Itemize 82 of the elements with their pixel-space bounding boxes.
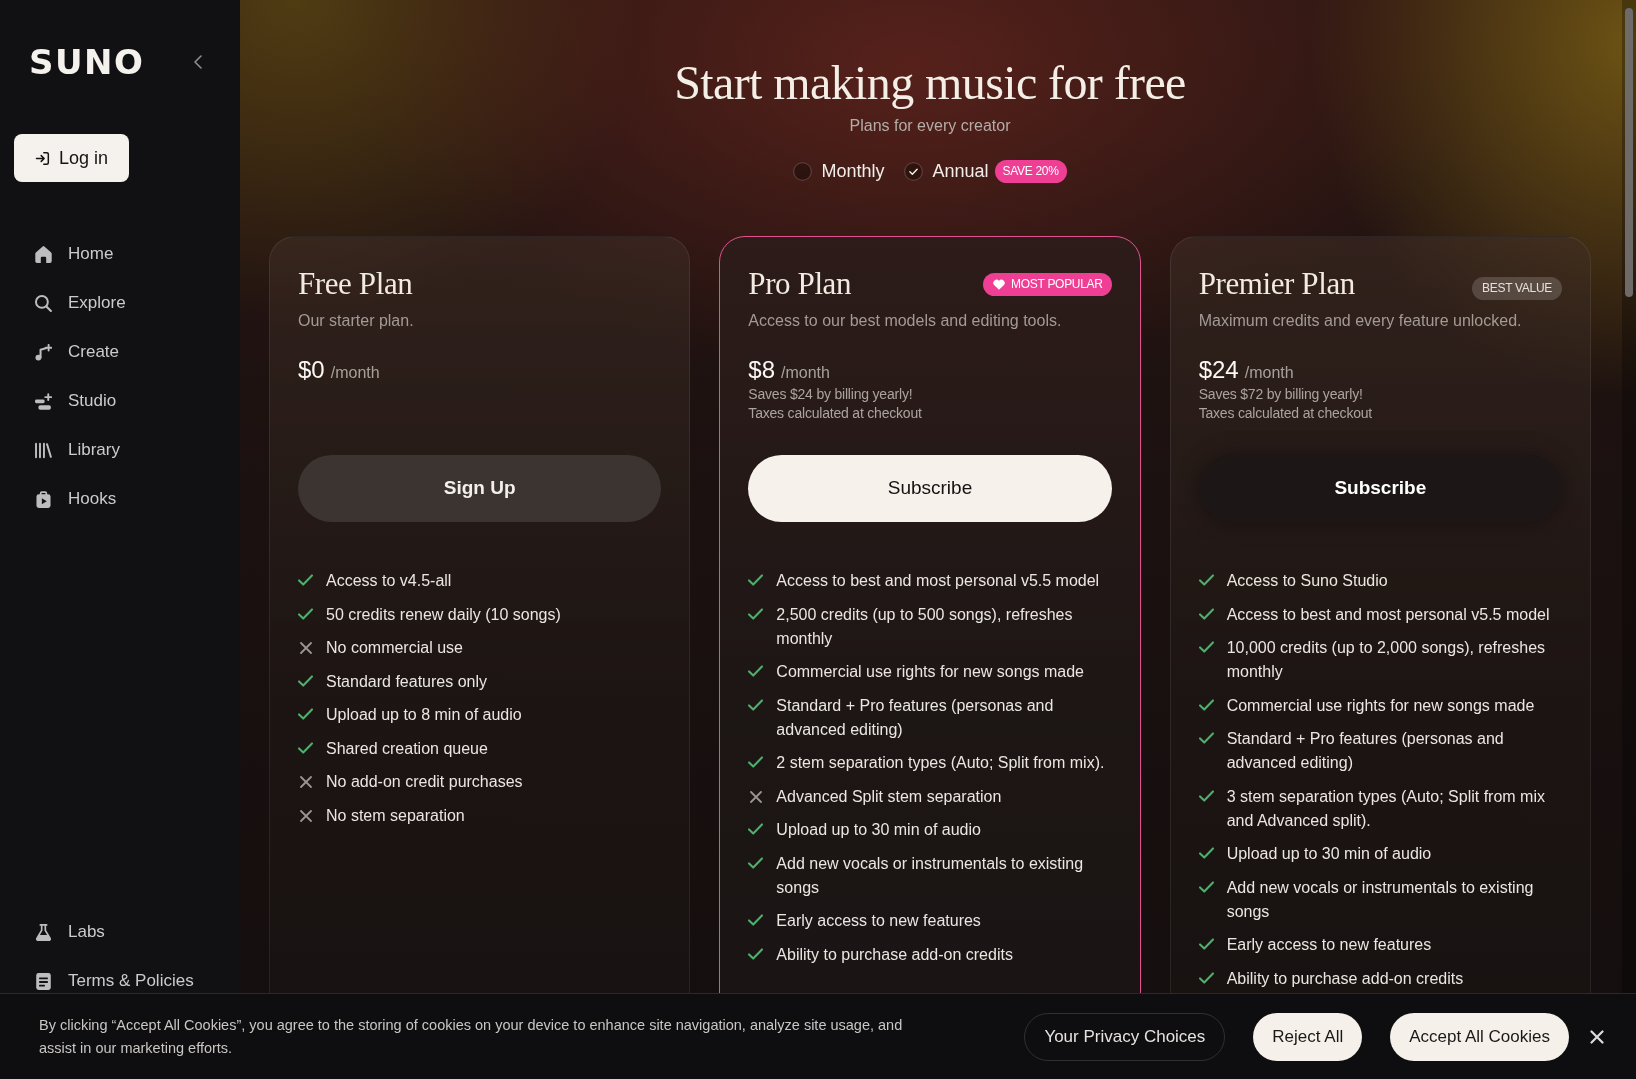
- sidebar-item[interactable]: Create: [35, 340, 120, 364]
- feature-text: Standard + Pro features (personas and advanced editing): [776, 695, 1055, 740]
- play-box-icon[interactable]: [35, 490, 52, 508]
- feature-text: Upload up to 30 min of audio: [776, 820, 981, 840]
- heart-icon: [993, 278, 1006, 290]
- sidebar-item[interactable]: Studio: [35, 389, 117, 413]
- feature-text: Ability to purchase add-on credits: [1226, 968, 1464, 989]
- plan-button[interactable]: Sign Up: [298, 455, 662, 522]
- feature-text: Commercial use rights for new songs made: [1226, 695, 1535, 716]
- music-note-icon[interactable]: [35, 343, 52, 361]
- sidebar-item[interactable]: Explore: [35, 291, 126, 315]
- feature-text: Standard features only: [326, 671, 487, 692]
- feature-text: Advanced Split stem separation: [776, 786, 1002, 807]
- billing-note: Taxes calculated at checkout: [748, 404, 923, 423]
- price-period: /month: [330, 363, 380, 383]
- document-icon[interactable]: [35, 972, 52, 990]
- sidebar-item[interactable]: Terms & Policies: [35, 969, 194, 993]
- billing-note: Taxes calculated at checkout: [1198, 404, 1374, 423]
- plan-title: Pro Plan: [748, 265, 852, 303]
- chevron-left-icon[interactable]: [194, 55, 202, 69]
- flask-icon[interactable]: [35, 923, 52, 941]
- feature-text: Upload up to 30 min of audio: [1226, 844, 1432, 864]
- save-badge: SAVE 20%: [994, 159, 1067, 183]
- home-icon[interactable]: [35, 245, 52, 263]
- scrollbar-thumb[interactable]: [1625, 8, 1633, 297]
- badge-text: MOST POPULAR: [1011, 275, 1103, 293]
- feature-text: 10,000 credits (up to 2,000 songs), refreshes monthly: [1226, 638, 1547, 682]
- price-amount: $24: [1198, 355, 1239, 385]
- feature-text: Access to best and most personal v5.5 model: [1226, 604, 1550, 625]
- price-period: /month: [1244, 363, 1294, 383]
- close-icon[interactable]: [1590, 1029, 1604, 1044]
- feature-text: Early access to new features: [1226, 935, 1432, 955]
- feature-text: Ability to purchase add-on credits: [776, 944, 1013, 965]
- plan-button[interactable]: Subscribe: [748, 455, 1112, 522]
- value-badge: BEST VALUE: [1472, 276, 1562, 300]
- radio-button[interactable]: [793, 161, 813, 181]
- feature-text: Upload up to 8 min of audio: [326, 705, 522, 725]
- option-label[interactable]: Monthly: [821, 157, 885, 185]
- page-subtitle: Plans for every creator: [849, 116, 1011, 136]
- books-icon[interactable]: [35, 441, 52, 459]
- billing-note: Saves $24 by billing yearly!: [748, 385, 914, 404]
- feature-text: Early access to new features: [776, 911, 981, 931]
- plan-button[interactable]: Subscribe: [1198, 455, 1562, 522]
- brand-logo[interactable]: SUNO: [29, 47, 145, 77]
- feature-text: No commercial use: [326, 638, 463, 658]
- feature-text: No stem separation: [326, 805, 465, 826]
- price-period: /month: [781, 363, 830, 383]
- option-label[interactable]: Annual: [932, 157, 989, 185]
- sidebar-item[interactable]: Home: [35, 242, 114, 266]
- radio-button[interactable]: [904, 161, 924, 181]
- price-amount: $0: [298, 355, 325, 385]
- login-button[interactable]: Log in: [14, 134, 129, 182]
- cookie-text: By clicking “Accept All Cookies”, you agree to the storing of cookies on your device to enhance site navigation, analyze site usage, and assist in our marketing efforts.: [39, 1015, 904, 1058]
- feature-text: Add new vocals or instrumentals to existing songs: [776, 853, 1085, 898]
- feature-text: Access to Suno Studio: [1226, 571, 1388, 591]
- feature-text: 2 stem separation types (Auto; Split from mix).: [776, 753, 1105, 773]
- feature-text: 2,500 credits (up to 500 songs), refreshes monthly: [776, 604, 1074, 649]
- feature-text: Access to v4.5-all: [326, 571, 452, 591]
- plan-description: Access to our best models and editing tools.: [748, 311, 1063, 331]
- sidebar-item[interactable]: Hooks: [35, 487, 117, 511]
- bars-plus-icon[interactable]: [35, 392, 52, 410]
- sidebar-item[interactable]: Library: [35, 438, 120, 462]
- page-title: Start making music for free: [674, 55, 1186, 111]
- plan-description: Maximum credits and every feature unlocked.: [1198, 311, 1523, 331]
- login-icon[interactable]: [34, 150, 50, 166]
- billing-note: Saves $72 by billing yearly!: [1198, 385, 1364, 404]
- search-icon[interactable]: [35, 294, 52, 312]
- feature-text: 3 stem separation types (Auto; Split from mix and Advanced split).: [1226, 786, 1546, 831]
- feature-text: Add new vocals or instrumentals to existing songs: [1226, 877, 1535, 922]
- feature-text: Access to best and most personal v5.5 model: [776, 571, 1100, 591]
- feature-text: Standard + Pro features (personas and advanced editing): [1226, 729, 1505, 773]
- feature-text: 50 credits renew daily (10 songs): [326, 604, 561, 625]
- plan-description: Our starter plan.: [298, 311, 415, 331]
- feature-text: No add-on credit purchases: [326, 772, 523, 792]
- cookie-button[interactable]: Accept All Cookies: [1390, 1012, 1569, 1061]
- price-amount: $8: [748, 355, 776, 385]
- sidebar-item[interactable]: Labs: [35, 920, 105, 944]
- plan-title: Premier Plan: [1198, 265, 1355, 303]
- plan-title: Free Plan: [298, 265, 413, 303]
- feature-text: Commercial use rights for new songs made: [776, 662, 1084, 682]
- feature-text: Shared creation queue: [326, 738, 488, 759]
- cookie-button[interactable]: Reject All: [1253, 1012, 1363, 1061]
